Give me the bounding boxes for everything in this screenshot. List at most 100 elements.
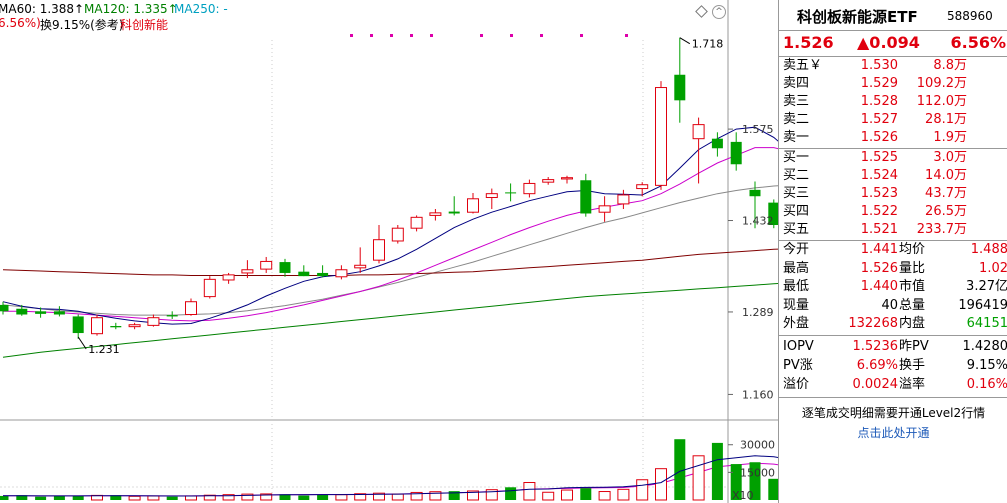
volume-bar (655, 468, 667, 501)
candle-body (523, 182, 536, 195)
event-marker (370, 34, 373, 37)
quote-panel: 科创板新能源ETF 588960 1.526 ▲0.094 6.56% 卖五￥ 1… (778, 0, 1007, 503)
candle-body (429, 212, 442, 216)
event-marker (350, 34, 353, 37)
volume-bar (391, 493, 404, 501)
candle-body (203, 278, 216, 298)
ask-row: 卖五￥ 1.530 8.8万 (779, 57, 1007, 75)
bid-row: 买三 1.523 43.7万 (779, 185, 1007, 203)
candle-body (448, 211, 460, 214)
bid-volume: 3.0万 (933, 150, 967, 165)
volume-bar (617, 488, 630, 501)
iopv-label: 溢率 (899, 377, 926, 392)
ask-price: 1.529 (860, 76, 898, 91)
ma250-line (2, 185, 778, 316)
candle-body (467, 198, 479, 213)
candle-body (749, 189, 761, 197)
candle-body (222, 274, 235, 281)
candle-body (72, 316, 84, 334)
divider (779, 335, 1007, 336)
candle-body (730, 141, 742, 165)
change-prefix: 6.56%) (0, 16, 41, 30)
price-tick-label: 1.432 (742, 215, 774, 228)
turnover-reference: 换9.15%(参考) (40, 18, 124, 32)
bid-volume: 233.7万 (916, 222, 967, 237)
iopv-row: 溢价 0.0024 溢率 0.16% (779, 376, 1007, 394)
kline-chart[interactable]: 1.575 1.432 1.289 1.160 30000 15000 X10 1.718 1.… (0, 0, 778, 503)
volume-unit-label: X10 (732, 489, 754, 502)
stat-label: 内盘 (899, 316, 926, 331)
level2-open-link[interactable]: 点击此处开通 (779, 424, 1007, 441)
volume-bar (335, 494, 348, 501)
candle-body (598, 205, 611, 213)
ask-price: 1.527 (860, 112, 898, 127)
ma250-indicator: MA250: - (174, 2, 228, 16)
candle-body (485, 193, 498, 199)
kline-chart-area[interactable]: 1.575 1.432 1.289 1.160 30000 15000 X10 1.718 1.… (0, 0, 778, 503)
iopv-row: IOPV 1.5236 昨PV 1.4280 (779, 338, 1007, 356)
stat-value: 1.441 (860, 242, 898, 257)
high-label: 1.718 (692, 38, 724, 51)
candle-body (317, 272, 329, 277)
bid-price: 1.523 (860, 186, 898, 201)
event-marker (390, 34, 393, 37)
ask-label: 卖二 (783, 112, 810, 127)
price-tick-label: 1.160 (742, 388, 774, 401)
ask-volume: 109.2万 (916, 76, 967, 91)
stat-label: 今开 (783, 242, 810, 257)
iopv-value: 9.15% (966, 358, 1007, 373)
etf-name: 科创板新能源ETF (797, 8, 918, 26)
candle-body (505, 192, 517, 194)
bid-price: 1.521 (860, 222, 898, 237)
volume-bar (185, 495, 197, 501)
iopv-value: 0.0024 (852, 377, 899, 392)
volume-bar (692, 455, 705, 501)
volume-bar (317, 495, 329, 500)
ask-row: 卖一 1.526 1.9万 (779, 129, 1007, 147)
bid-volume: 43.7万 (925, 186, 967, 201)
stat-value: 1.440 (860, 279, 898, 294)
stats-row: 外盘 132268 内盘 64151 (779, 315, 1007, 333)
event-marker (480, 34, 483, 37)
ma60-indicator: MA60: 1.388↑ (0, 2, 85, 16)
candle-body (147, 317, 160, 326)
collapse-icon[interactable]: ^ (712, 5, 726, 19)
iopv-row: PV涨 6.69% 换手 9.15% (779, 357, 1007, 375)
divider (779, 30, 1007, 31)
ma120-indicator: MA120: 1.335↑ (84, 2, 178, 16)
volume-bar (711, 442, 723, 500)
candle-body (91, 317, 103, 335)
etf-code: 588960 (947, 9, 993, 23)
candle-body (260, 260, 273, 270)
volume-bar (561, 489, 573, 501)
event-marker (430, 34, 433, 37)
volume-bar (298, 495, 310, 500)
volume-bar (580, 488, 592, 500)
sector-label[interactable]: 科创新能 (120, 16, 168, 33)
low-marker-line (77, 336, 87, 350)
bid-volume: 14.0万 (925, 168, 967, 183)
candle-body (580, 180, 592, 214)
iopv-value: 6.69% (856, 358, 898, 373)
ask-price: 1.530 (860, 58, 898, 73)
volume-bar (505, 487, 517, 500)
stat-value: 1.02 (979, 260, 1007, 276)
candle-body (373, 239, 385, 261)
iopv-value: 0.16% (966, 377, 1007, 392)
candle-body (561, 177, 573, 180)
stat-value: 132268 (848, 316, 898, 331)
stat-value: 1.526 (860, 260, 898, 276)
ask-row: 卖二 1.527 28.1万 (779, 111, 1007, 129)
change-percent: 6.56% (950, 33, 1006, 52)
stats-row: 今开 1.441 均价 1.488 (779, 241, 1007, 259)
candle-body (166, 315, 178, 317)
candle-body (35, 311, 47, 314)
candle-body (542, 179, 555, 183)
iopv-label: IOPV (783, 339, 814, 354)
stat-value: 64151 (966, 316, 1007, 331)
ask-volume: 28.1万 (925, 112, 967, 127)
divider (779, 397, 1007, 398)
iopv-label: 昨PV (899, 339, 929, 354)
candle-body (335, 269, 348, 278)
stat-value: 40 (881, 297, 898, 313)
